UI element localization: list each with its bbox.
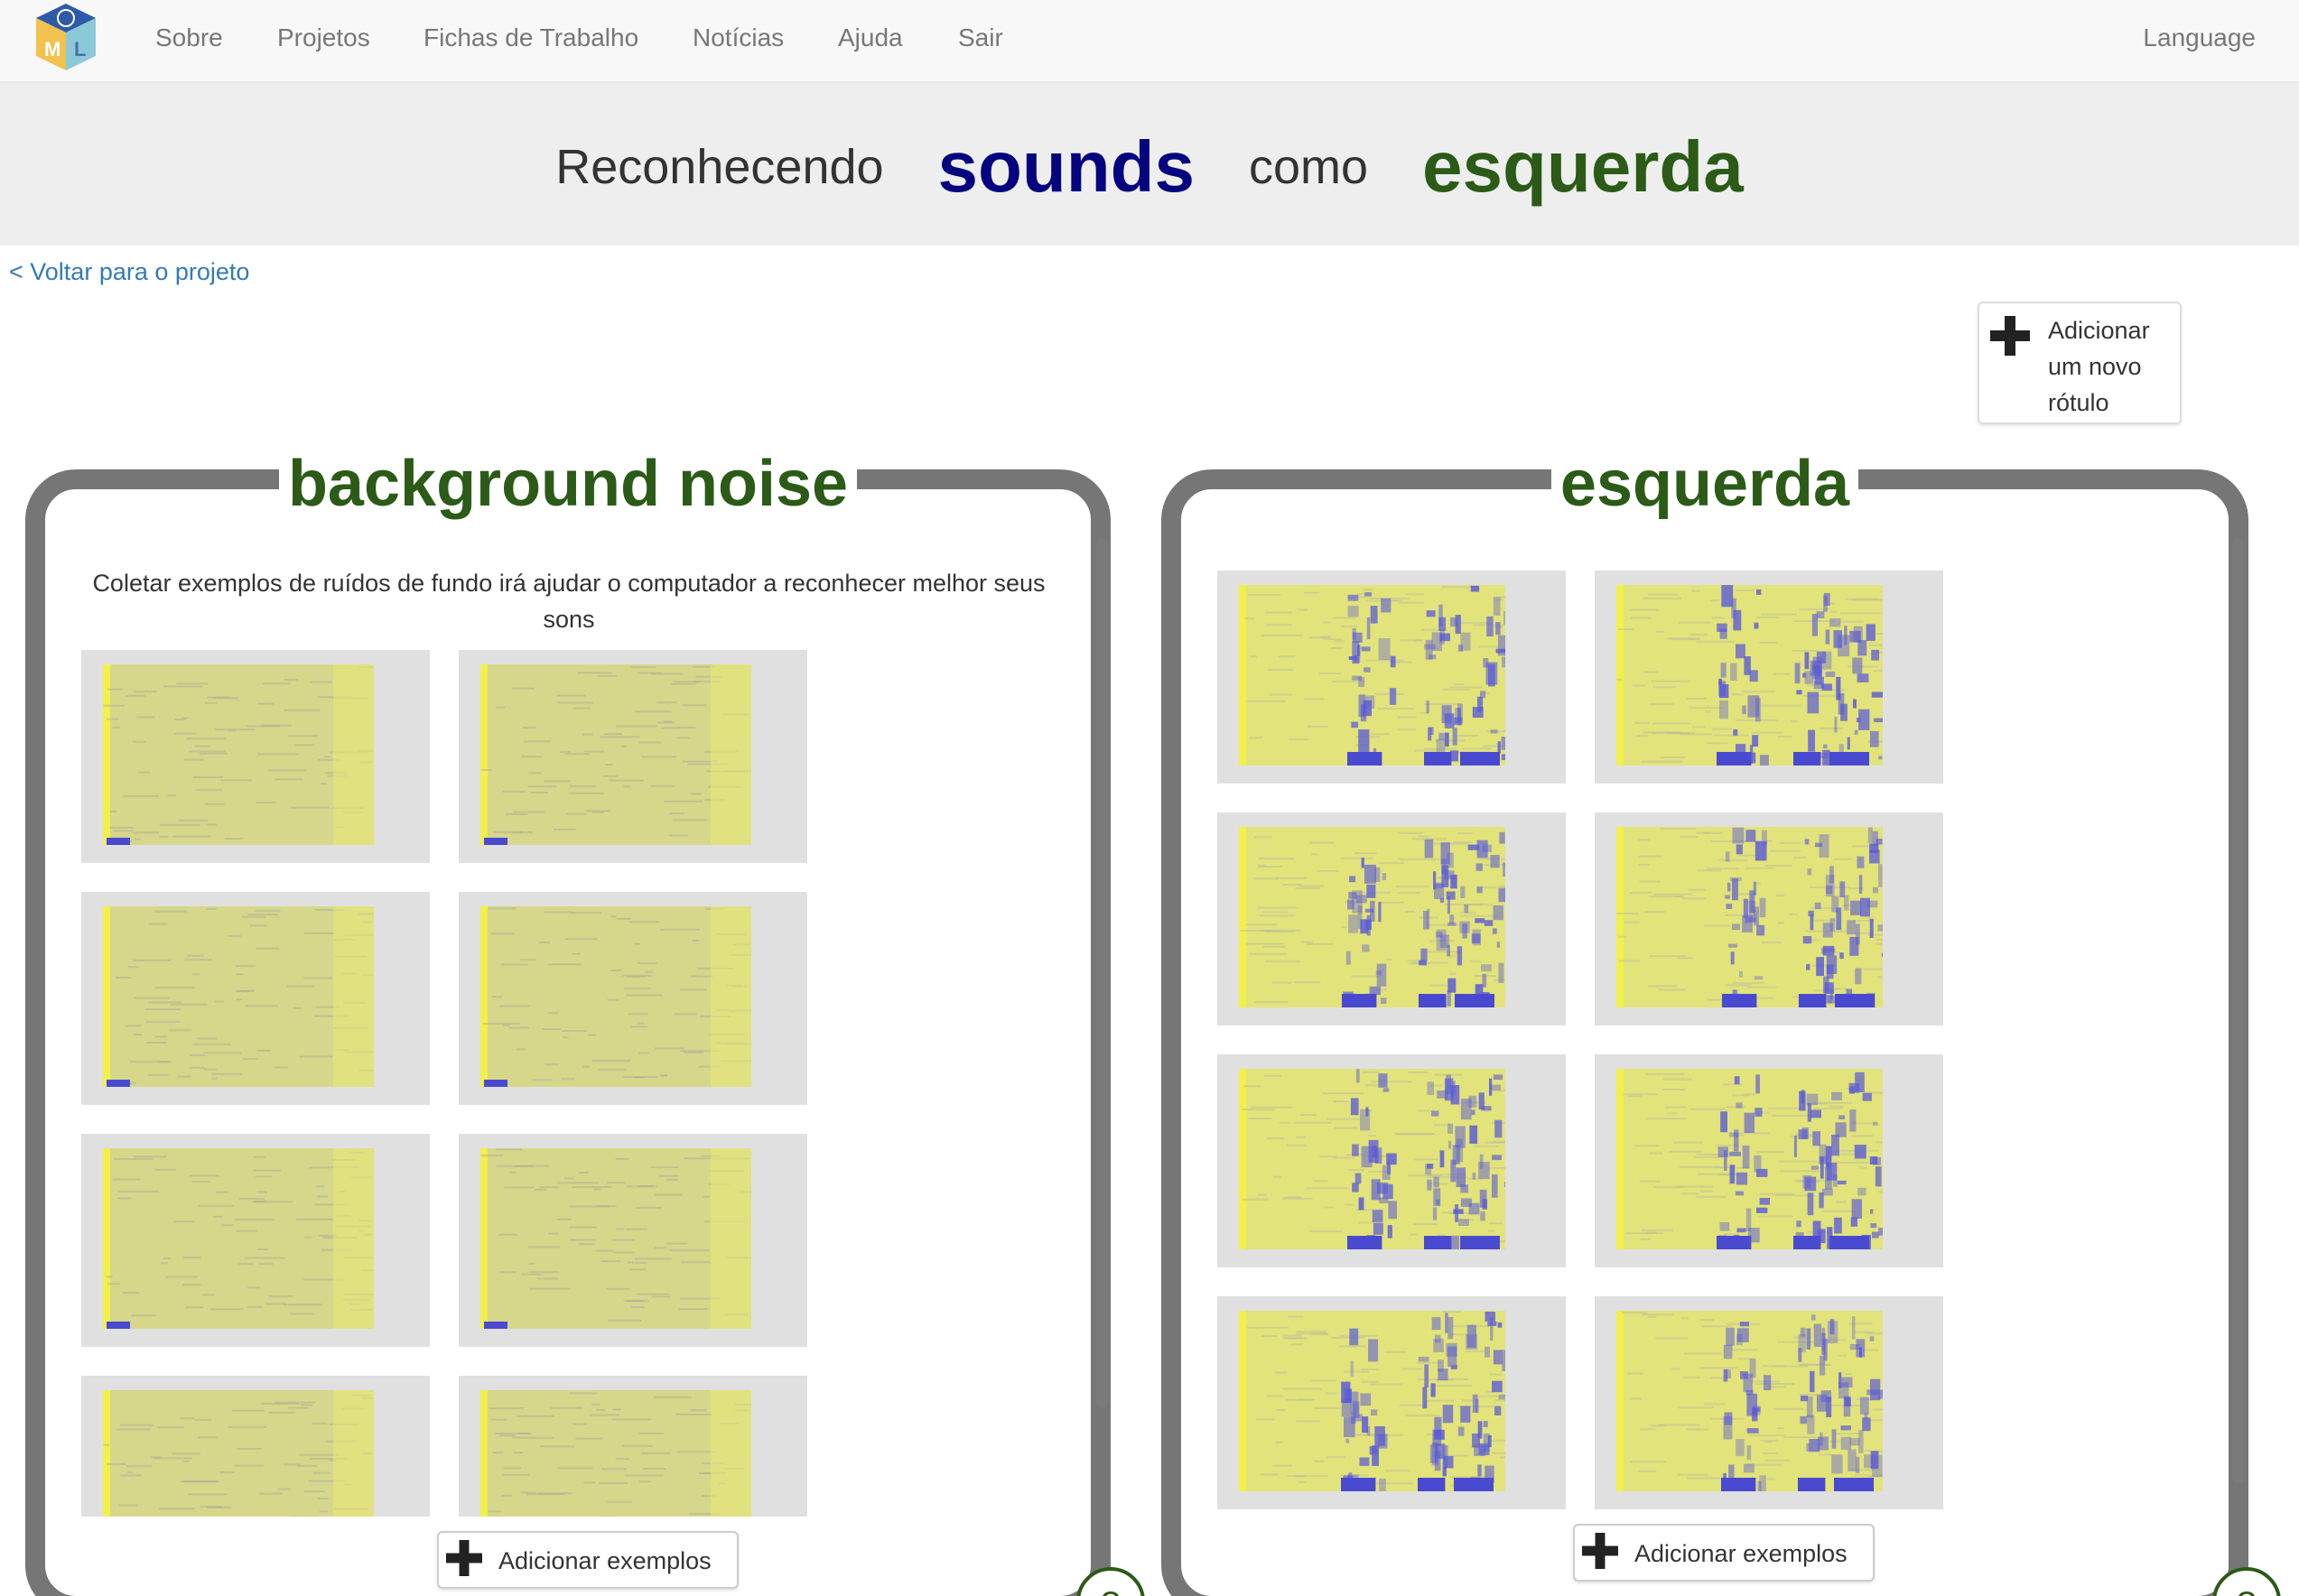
add-examples-label: Adicionar exemplos xyxy=(498,1547,712,1574)
example-thumbnail[interactable] xyxy=(1595,812,1943,1025)
example-thumbnail[interactable] xyxy=(81,650,430,863)
example-thumbnail[interactable] xyxy=(81,1134,430,1347)
example-thumbnail[interactable] xyxy=(1595,1054,1943,1267)
header-label: esquerda xyxy=(1422,126,1744,207)
back-to-project-link[interactable]: < Voltar para o projeto xyxy=(9,258,249,286)
example-count-badge: 8 xyxy=(1076,1567,1145,1596)
nav-item-noticias[interactable]: Notícias xyxy=(693,22,784,54)
top-navbar: M L Sobre Projetos Fichas de Trabalho No… xyxy=(0,0,2299,83)
spectrogram-image xyxy=(1616,827,1887,1007)
example-thumbnail[interactable] xyxy=(459,650,807,863)
add-new-label-button[interactable]: Adicionar um novo rótulo xyxy=(1978,302,2182,424)
panel-scrollbar[interactable] xyxy=(2232,538,2245,1484)
add-examples-button[interactable]: Adicionar exemplos xyxy=(1573,1524,1875,1582)
example-thumbnail[interactable] xyxy=(1217,812,1566,1025)
spectrogram-image xyxy=(480,1390,751,1517)
nav-item-sair[interactable]: Sair xyxy=(958,22,1003,54)
panel-title: background noise xyxy=(278,446,858,522)
spectrogram-image xyxy=(1616,1311,1887,1491)
spectrogram-image xyxy=(480,906,751,1087)
example-thumbnail[interactable] xyxy=(459,892,807,1105)
example-thumbnail[interactable] xyxy=(459,1376,807,1517)
example-count-badge: 8 xyxy=(2212,1567,2281,1596)
header-prefix: Reconhecendo xyxy=(555,140,884,194)
example-thumbnail[interactable] xyxy=(81,892,430,1105)
spectrogram-image xyxy=(1239,1311,1510,1491)
ml-logo[interactable]: M L xyxy=(33,2,99,72)
add-examples-button[interactable]: Adicionar exemplos xyxy=(437,1531,739,1589)
spectrogram-image xyxy=(1616,585,1887,766)
spectrogram-image xyxy=(1616,1069,1887,1249)
nav-item-sobre[interactable]: Sobre xyxy=(155,22,223,54)
label-panel-esquerda: esquerda Adicionar exemplos 8 xyxy=(1161,446,2281,1596)
background-noise-hint: Coletar exemplos de ruídos de fundo irá … xyxy=(92,570,1046,633)
add-new-label-text: Adicionar um novo rótulo xyxy=(2048,317,2150,416)
spectrogram-image xyxy=(103,906,374,1087)
plus-icon xyxy=(1582,1533,1618,1569)
example-thumbnail[interactable] xyxy=(1217,1054,1566,1267)
spectrogram-image xyxy=(1239,1069,1510,1249)
spectrogram-image xyxy=(103,1148,374,1329)
panel-scrollbar[interactable] xyxy=(1096,538,1109,1408)
example-thumbnail[interactable] xyxy=(459,1134,807,1347)
example-thumbnail[interactable] xyxy=(81,1376,430,1517)
language-menu[interactable]: Language xyxy=(2143,22,2256,54)
header-data-type: sounds xyxy=(937,126,1195,207)
example-thumbnail[interactable] xyxy=(1595,571,1943,784)
label-panel-background-noise: background noise Coletar exemplos de ruí… xyxy=(25,446,1145,1596)
plus-icon xyxy=(446,1540,482,1576)
nav-item-projetos[interactable]: Projetos xyxy=(277,22,370,54)
plus-icon xyxy=(1990,316,2030,356)
header-connector: como xyxy=(1249,140,1369,194)
nav-item-fichas-de-trabalho[interactable]: Fichas de Trabalho xyxy=(424,22,638,54)
spectrogram-image xyxy=(103,1390,374,1517)
spectrogram-image xyxy=(1239,585,1510,766)
example-thumbnail[interactable] xyxy=(1217,1296,1566,1509)
spectrogram-image xyxy=(1239,827,1510,1007)
spectrogram-image xyxy=(480,1148,751,1329)
add-examples-label: Adicionar exemplos xyxy=(1634,1540,1848,1567)
nav-item-ajuda[interactable]: Ajuda xyxy=(838,22,903,54)
example-thumbnail[interactable] xyxy=(1217,571,1566,784)
spectrogram-image xyxy=(480,664,751,845)
panel-title: esquerda xyxy=(1550,446,1859,522)
logo-letter-l: L xyxy=(74,38,86,60)
logo-letter-m: M xyxy=(44,38,60,60)
example-thumbnail[interactable] xyxy=(1595,1296,1943,1509)
spectrogram-image xyxy=(103,664,374,845)
page-header: Reconhecendo sounds como esquerda xyxy=(0,83,2299,246)
